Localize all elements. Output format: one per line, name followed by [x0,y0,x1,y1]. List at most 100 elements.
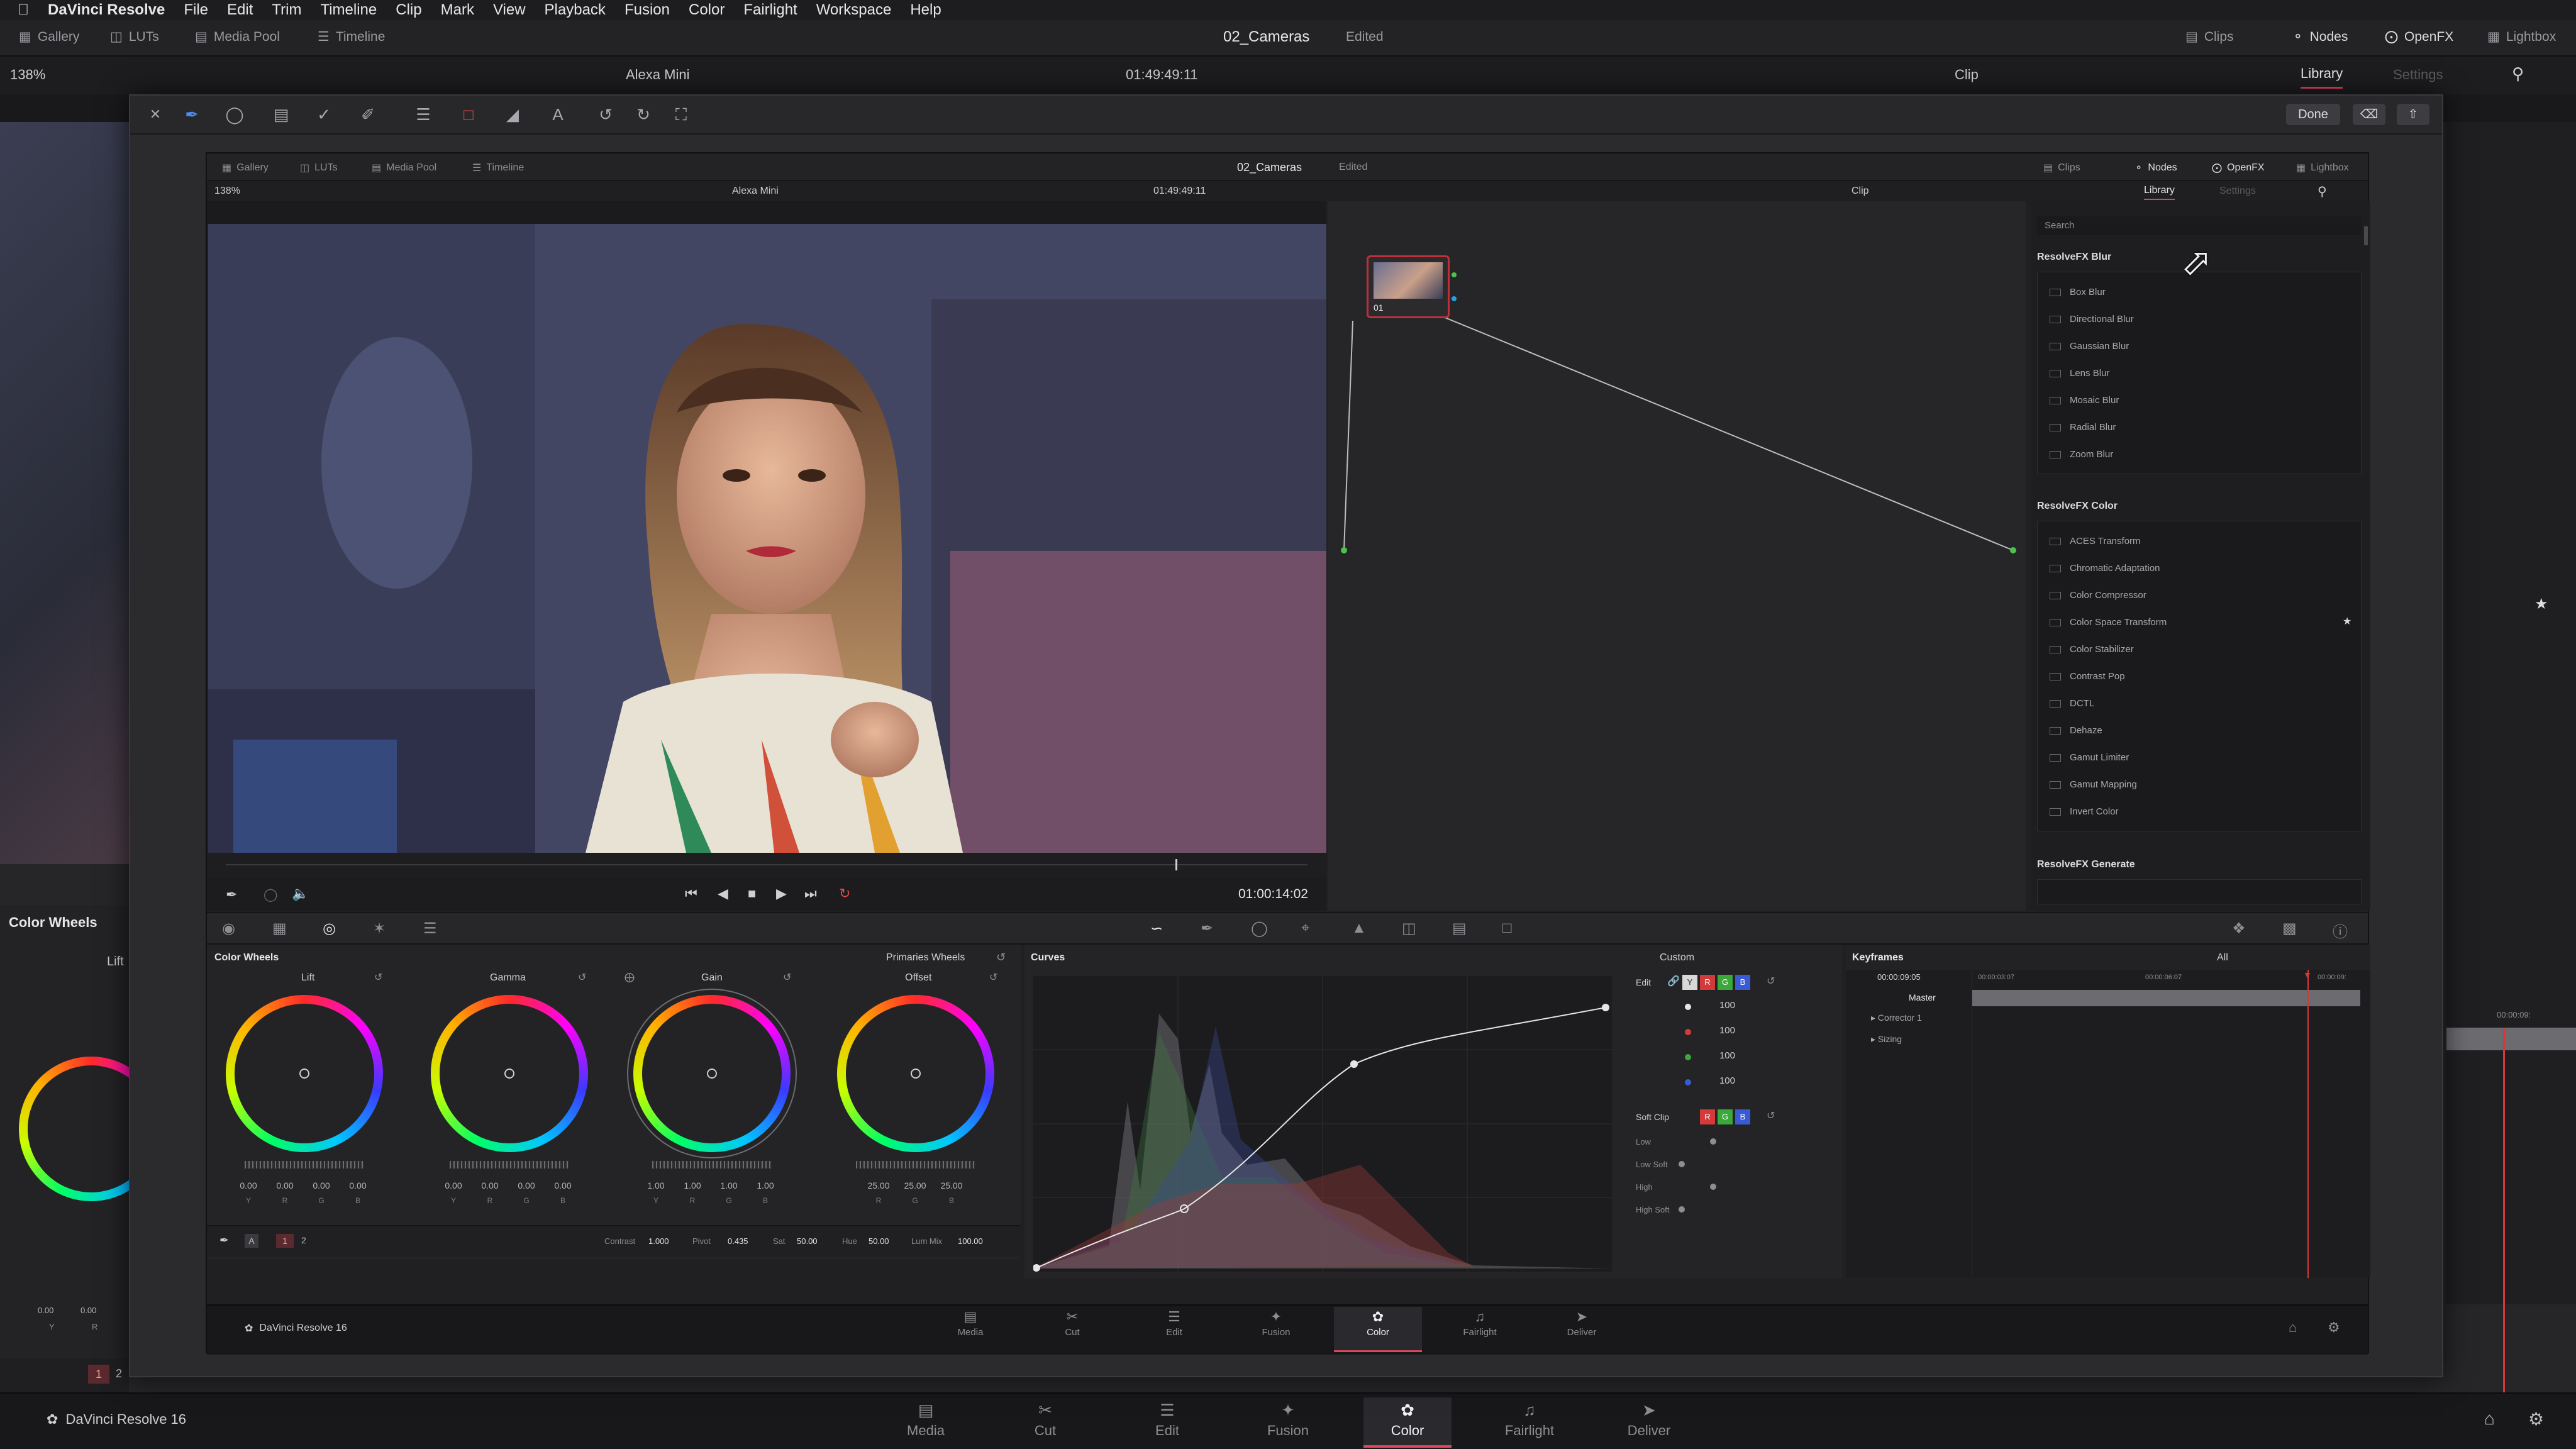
outer-clips-button[interactable]: ▤ Clips [2185,29,2234,45]
library-item[interactable]: Color Compressor [2050,590,2146,601]
search-icon[interactable]: ⚲ [2318,184,2327,199]
reset-gain-icon[interactable]: ↺ [783,971,791,984]
auto-balance-icon[interactable]: A [245,1234,258,1248]
inner-page-fairlight[interactable]: ♫ Fairlight [1436,1307,1524,1352]
library-item[interactable]: Zoom Blur [2050,449,2113,460]
gamma-value-y[interactable]: 0.00 [436,1180,471,1191]
page-2-button[interactable]: 2 [301,1235,306,1245]
inner-timeline-button[interactable]: ☰ Timeline [472,162,524,174]
reset-all-icon[interactable]: ↺ [996,951,1006,964]
rgb-mixer-icon[interactable]: ☰ [423,919,437,938]
node-key-output-dot[interactable] [1452,296,1457,301]
gamma-value-r[interactable]: 0.00 [472,1180,508,1191]
library-item[interactable]: Color Stabilizer [2050,644,2134,655]
tracker-icon[interactable]: ⌖ [1301,919,1310,937]
text-icon[interactable]: ▤ [270,103,292,126]
signature-icon[interactable]: ✐ [357,103,379,126]
curves-mode-select[interactable]: Custom [1660,952,1694,963]
outer-page-fusion[interactable]: ✦ Fusion [1244,1397,1332,1448]
menu-color[interactable]: Color [689,1,724,19]
scopes-icon[interactable]: ▩ [2282,919,2297,938]
page-1-button[interactable]: 1 [276,1234,294,1248]
inner-settings-tab[interactable]: Settings [2219,186,2256,197]
library-item[interactable]: Mosaic Blur [2050,395,2119,406]
keyframes-icon[interactable]: ❖ [2232,919,2246,938]
outer-lightbox-button[interactable]: ▦ Lightbox [2487,29,2556,45]
library-item[interactable]: Chromatic Adaptation [2050,563,2160,574]
softclip-high-slider[interactable] [1710,1184,1716,1190]
sat-value[interactable]: 50.00 [797,1236,818,1246]
line-style-icon[interactable]: ☰ [412,103,435,126]
menu-fusion[interactable]: Fusion [625,1,670,19]
trash-icon[interactable]: ⌫ [2353,104,2385,125]
node-output-dot[interactable] [1452,272,1457,277]
inner-camera-select[interactable]: Alexa Mini [732,186,779,197]
scrub-bar[interactable] [207,853,1326,878]
outer-media-pool-button[interactable]: ▤ Media Pool [195,29,280,45]
stop-icon[interactable]: ■ [748,886,756,902]
reset-softclip-icon[interactable]: ↺ [1767,1109,1775,1122]
reset-edit-icon[interactable]: ↺ [1767,975,1775,987]
window-icon[interactable]: ◯ [1251,919,1268,938]
menu-workspace[interactable]: Workspace [816,1,892,19]
outer-page-deliver[interactable]: ➤ Deliver [1605,1397,1693,1448]
inner-lightbox-button[interactable]: ▦ Lightbox [2296,162,2349,174]
apple-icon[interactable]:  [18,1,29,19]
gamma-wheel-center[interactable] [504,1069,514,1079]
outer-clip-select[interactable]: Clip [1955,67,1979,83]
menu-playback[interactable]: Playback [545,1,606,19]
inner-library-tab[interactable]: Library [2144,185,2175,200]
library-item[interactable]: Radial Blur [2050,422,2116,433]
link-icon[interactable]: 🔗 [1667,975,1680,987]
menu-clip[interactable]: Clip [396,1,421,19]
fill-color-icon[interactable]: ◢ [501,103,524,126]
reset-lift-icon[interactable]: ↺ [374,971,382,984]
inner-page-color[interactable]: ✿ Color [1334,1307,1422,1352]
rotate-right-icon[interactable]: ↻ [632,103,655,126]
lift-value-r[interactable]: 0.00 [267,1180,303,1191]
menu-help[interactable]: Help [910,1,941,19]
reverse-play-icon[interactable]: ◀ [718,886,728,902]
menu-fairlight[interactable]: Fairlight [743,1,797,19]
gain-value-r[interactable]: 1.00 [675,1180,710,1191]
menu-app-name[interactable]: DaVinci Resolve [48,1,165,19]
first-frame-icon[interactable]: ⏮ [685,886,697,902]
lift-wheel[interactable] [226,995,383,1152]
lift-value-y[interactable]: 0.00 [231,1180,266,1191]
outer-lift-value-r[interactable]: 0.00 [80,1306,96,1315]
outer-settings-tab[interactable]: Settings [2393,67,2443,83]
inner-page-media[interactable]: ▤ Media [926,1307,1014,1352]
search-icon[interactable]: ⚲ [2512,64,2524,84]
blur-icon[interactable]: ◫ [1402,919,1416,938]
gamma-wheel[interactable] [431,995,588,1152]
softclip-b-button[interactable]: B [1735,1109,1750,1124]
outer-project-name[interactable]: 02_Cameras [1223,28,1309,46]
reset-offset-icon[interactable]: ↺ [989,971,997,984]
offset-wheel-center[interactable] [911,1069,921,1079]
gain-value-y[interactable]: 1.00 [638,1180,674,1191]
home-icon[interactable]: ⌂ [2289,1319,2297,1336]
inner-gallery-button[interactable]: ▦ Gallery [222,162,269,174]
rotate-left-icon[interactable]: ↺ [594,103,617,126]
keyframe-row-master[interactable]: Master [1909,992,1936,1002]
master-keyframe-track[interactable] [1972,990,2360,1006]
primaries-wheels-select[interactable]: Primaries Wheels [886,952,965,963]
home-icon[interactable]: ⌂ [2484,1409,2495,1429]
g-intensity-value[interactable]: 100 [1704,1050,1735,1061]
crop-icon[interactable]: ⛶ [670,103,692,126]
library-item[interactable]: Contrast Pop [2050,671,2125,682]
library-item[interactable]: Lens Blur [2050,368,2109,379]
lift-wheel-center[interactable] [299,1069,309,1079]
outer-zoom-select[interactable]: 138% [10,67,45,83]
hue-value[interactable]: 50.00 [869,1236,889,1246]
offset-master-slider[interactable] [856,1161,975,1169]
inner-nodes-button[interactable]: ⚬ Nodes [2135,162,2177,174]
outer-node-2[interactable]: 2 [116,1367,122,1380]
softclip-low-slider[interactable] [1710,1138,1716,1145]
keyframe-row-corrector[interactable]: ▸ Corrector 1 [1871,1013,1922,1023]
library-item[interactable]: Gamut Limiter [2050,752,2129,763]
picker-icon[interactable]: ✒ [219,1234,229,1247]
crosshair-icon[interactable]: ⨁ [625,971,635,984]
sizing-icon[interactable]: □ [1502,919,1512,937]
library-item[interactable]: ACES Transform [2050,536,2141,547]
